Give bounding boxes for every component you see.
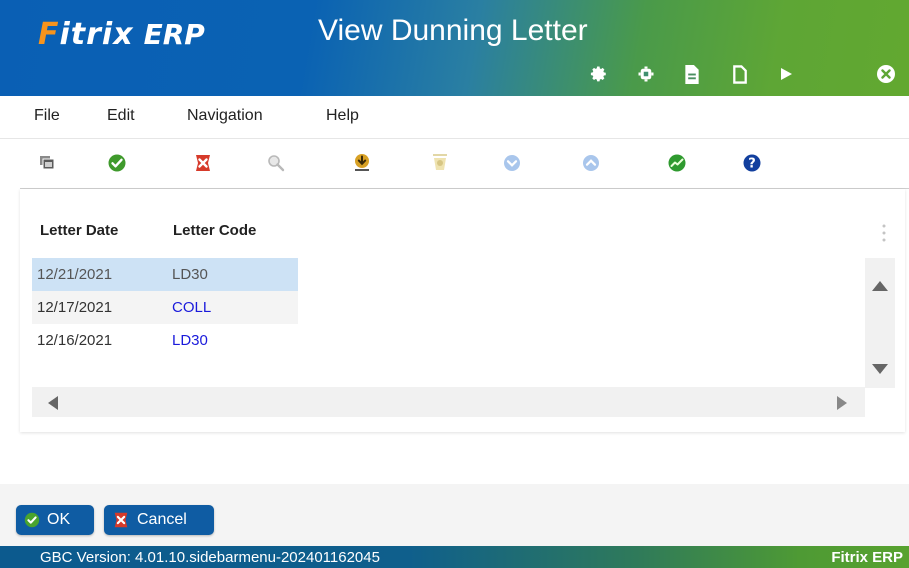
letter-code-cell: LD30 (172, 266, 208, 283)
cancel-icon[interactable] (192, 152, 214, 174)
down-icon[interactable] (501, 152, 523, 174)
app-name-text: Fitrix ERP (831, 549, 903, 566)
chip-icon[interactable] (634, 62, 658, 86)
accept-icon[interactable] (106, 152, 128, 174)
letter-date-cell: 12/17/2021 (37, 299, 113, 316)
attach-icon[interactable] (429, 152, 451, 174)
header-actions (0, 62, 909, 88)
scroll-up-icon[interactable] (872, 276, 888, 295)
page-title: View Dunning Letter (318, 14, 588, 47)
zoom-icon[interactable] (265, 152, 287, 174)
scroll-down-icon[interactable] (872, 359, 888, 378)
column-menu-icon[interactable] (879, 222, 889, 244)
ok-button[interactable]: OK (16, 505, 94, 535)
column-header-letter-code[interactable]: Letter Code (173, 222, 256, 239)
logo-erp: ERP (143, 17, 205, 51)
svg-text:?: ? (748, 157, 756, 172)
dunning-letter-table: Letter Date Letter Code 12/21/2021 LD30 … (20, 189, 905, 432)
letter-code-cell: COLL (172, 299, 212, 316)
app-header: Fitrix ERP View Dunning Letter (0, 0, 909, 96)
cancel-button-label: Cancel (137, 511, 187, 528)
scroll-left-icon[interactable] (48, 395, 58, 414)
toolbar: ? (20, 138, 909, 189)
play-icon[interactable] (774, 62, 798, 86)
ok-button-label: OK (47, 511, 71, 528)
gear-icon[interactable] (587, 62, 611, 86)
action-area: OK Cancel (0, 484, 909, 546)
version-text: GBC Version: 4.01.10.sidebarmenu-2024011… (40, 549, 380, 566)
close-circle-icon[interactable] (874, 62, 898, 86)
table-row[interactable]: 12/21/2021 LD30 (32, 258, 298, 291)
letter-date-cell: 12/16/2021 (37, 332, 113, 349)
table-row[interactable]: 12/17/2021 COLL (32, 291, 298, 324)
scroll-right-icon[interactable] (837, 395, 847, 414)
fitrix-logo: Fitrix ERP (38, 14, 205, 54)
column-header-letter-date[interactable]: Letter Date (40, 222, 118, 239)
cancel-x-icon (112, 511, 130, 529)
logo-brand: Fitrix (38, 16, 134, 52)
document-icon[interactable] (680, 62, 704, 86)
letter-date-cell: 12/21/2021 (37, 266, 113, 283)
chart-icon[interactable] (666, 152, 688, 174)
check-icon (24, 512, 40, 528)
menu-edit[interactable]: Edit (107, 107, 135, 125)
menu-navigation[interactable]: Navigation (187, 107, 263, 125)
windows-icon[interactable] (36, 152, 58, 174)
menu-help[interactable]: Help (326, 107, 359, 125)
download-icon[interactable] (351, 152, 373, 174)
page-icon[interactable] (728, 62, 752, 86)
up-icon[interactable] (580, 152, 602, 174)
menu-bar: File Edit Navigation Help (0, 96, 909, 139)
horizontal-scrollbar[interactable] (32, 387, 865, 417)
table-row[interactable]: 12/16/2021 LD30 (32, 324, 298, 357)
vertical-scrollbar[interactable] (865, 258, 895, 388)
letter-code-cell: LD30 (172, 332, 208, 349)
table-body: 12/21/2021 LD30 12/17/2021 COLL 12/16/20… (32, 258, 298, 357)
status-bar: GBC Version: 4.01.10.sidebarmenu-2024011… (0, 546, 909, 568)
cancel-button[interactable]: Cancel (104, 505, 214, 535)
help-icon[interactable]: ? (741, 152, 763, 174)
menu-file[interactable]: File (34, 107, 60, 125)
